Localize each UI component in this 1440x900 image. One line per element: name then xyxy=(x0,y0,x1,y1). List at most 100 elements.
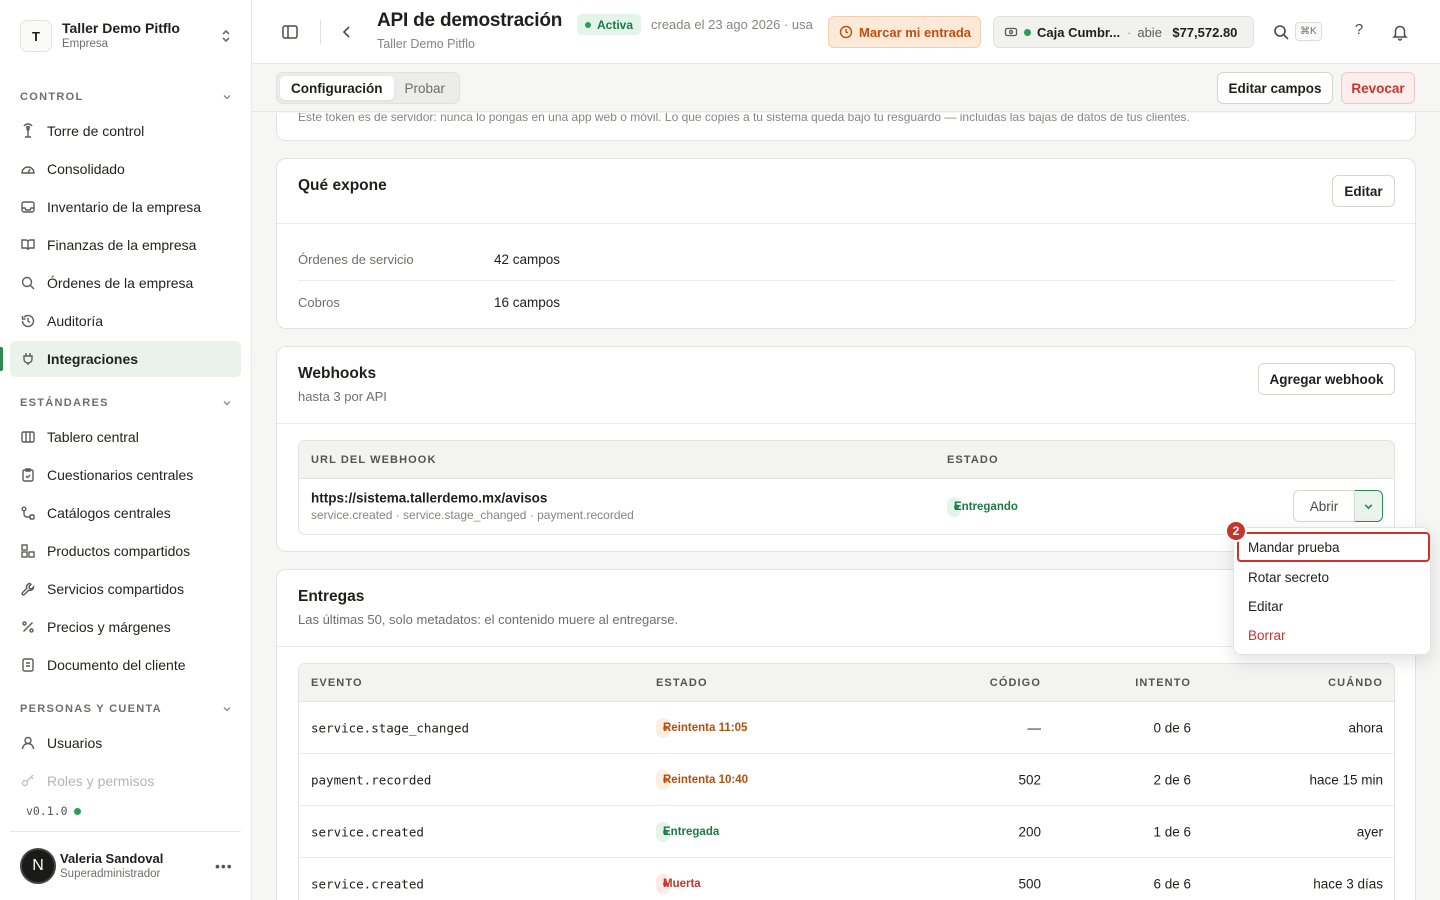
row-label: Cobros xyxy=(298,294,340,310)
webhooks-card: Webhooks hasta 3 por API Agregar webhook… xyxy=(276,346,1416,552)
section-control[interactable]: CONTROL xyxy=(20,91,232,103)
exposes-row: Cobros 16 campos xyxy=(298,281,1395,323)
section-estandares[interactable]: ESTÁNDARES xyxy=(20,397,232,409)
section-label: ESTÁNDARES xyxy=(20,397,109,409)
sidebar-item-productos[interactable]: Productos compartidos xyxy=(10,533,241,569)
bell-icon[interactable] xyxy=(1391,23,1409,41)
status-label: Reintenta 11:05 xyxy=(663,721,748,734)
sidebar-item-roles[interactable]: Roles y permisos xyxy=(10,763,241,799)
tab-list: Configuración Probar xyxy=(276,72,461,104)
tower-icon xyxy=(23,123,33,138)
actions-dropdown-toggle[interactable] xyxy=(1355,490,1383,522)
register-state: abie xyxy=(1137,24,1162,40)
boxes-icon xyxy=(21,544,35,558)
user-menu[interactable]: N Valeria Sandoval Superadministrador ••… xyxy=(10,831,241,900)
tab-configuracion[interactable]: Configuración xyxy=(280,76,394,100)
tab-probar[interactable]: Probar xyxy=(394,76,457,100)
table-row[interactable]: service.created Entregada 200 1 de 6 aye… xyxy=(299,806,1394,858)
sidebar-item-finanzas[interactable]: Finanzas de la empresa xyxy=(10,227,241,263)
step-badge: 2 xyxy=(1225,520,1247,542)
revoke-button[interactable]: Revocar xyxy=(1341,72,1415,104)
webhook-url: https://sistema.tallerdemo.mx/avisos xyxy=(311,490,548,506)
subbar: Configuración Probar Editar campos Revoc… xyxy=(252,64,1440,112)
card-title: Webhooks xyxy=(298,365,377,382)
user-icon xyxy=(21,736,35,750)
sidebar-item-integraciones[interactable]: Integraciones xyxy=(10,341,241,377)
status-badge: Activa xyxy=(577,14,642,35)
table-row[interactable]: service.created Muerta 500 6 de 6 hace 3… xyxy=(299,858,1394,900)
clock-in-button[interactable]: Marcar mi entrada xyxy=(828,16,981,48)
sidebar-item-documento[interactable]: Documento del cliente xyxy=(10,647,241,683)
register-name: Caja Cumbr... xyxy=(1037,24,1121,40)
sidebar: T Taller Demo Pitflo Empresa CONTROL Tor… xyxy=(0,0,252,900)
separator: · xyxy=(1127,24,1132,40)
user-role: Superadministrador xyxy=(60,868,161,880)
search-icon[interactable] xyxy=(1272,23,1290,41)
workspace-switcher[interactable]: T Taller Demo Pitflo Empresa xyxy=(20,14,236,58)
menu-item-mandar-prueba[interactable]: Mandar prueba xyxy=(1237,532,1430,562)
active-indicator xyxy=(0,347,3,371)
attempt: 6 de 6 xyxy=(1153,876,1191,892)
divider xyxy=(277,223,1415,224)
help-icon[interactable]: ? xyxy=(1350,21,1368,39)
response-code: 200 xyxy=(1018,824,1041,839)
column-header: ESTADO xyxy=(947,453,999,466)
sidebar-item-label: Usuarios xyxy=(47,735,103,751)
status-label: Activa xyxy=(597,17,634,32)
table-row[interactable]: payment.recorded Reintenta 10:40 502 2 d… xyxy=(299,754,1394,806)
document-icon xyxy=(22,658,34,672)
created-meta: creada el 23 ago 2026 · usa xyxy=(651,17,813,32)
main-content: Este token es de servidor: nunca lo pong… xyxy=(252,113,1440,900)
app-version: v0.1.0 xyxy=(26,804,81,818)
percent-icon xyxy=(22,621,34,633)
version-label: v0.1.0 xyxy=(26,804,68,818)
open-button[interactable]: Abrir xyxy=(1293,490,1355,522)
menu-item-rotar-secreto[interactable]: Rotar secreto xyxy=(1239,562,1427,592)
card-subtitle: Las últimas 50, solo metadatos: el conte… xyxy=(298,612,679,627)
menu-item-editar[interactable]: Editar xyxy=(1239,591,1427,621)
section-label: CONTROL xyxy=(20,91,84,103)
sidebar-item-label: Inventario de la empresa xyxy=(47,199,202,215)
add-webhook-button[interactable]: Agregar webhook xyxy=(1258,363,1395,395)
table-header: EVENTO ESTADO CÓDIGO INTENTO CUÁNDO xyxy=(299,664,1394,702)
timestamp: ahora xyxy=(1348,720,1383,735)
column-header: CUÁNDO xyxy=(1328,676,1383,689)
sidebar-item-label: Integraciones xyxy=(47,351,139,367)
row-label: Órdenes de servicio xyxy=(298,252,414,267)
menu-item-borrar[interactable]: Borrar xyxy=(1239,620,1427,650)
edit-fields-button[interactable]: Editar campos xyxy=(1217,72,1333,104)
sidebar-item-servicios[interactable]: Servicios compartidos xyxy=(10,571,241,607)
sidebar-item-cuestionarios[interactable]: Cuestionarios centrales xyxy=(10,457,241,493)
sidebar-item-inventario[interactable]: Inventario de la empresa xyxy=(10,189,241,225)
sidebar-item-consolidado[interactable]: Consolidado xyxy=(10,151,241,187)
sidebar-item-label: Torre de control xyxy=(47,123,145,139)
cash-icon xyxy=(1004,27,1018,37)
event-name: service.stage_changed xyxy=(311,720,470,735)
chevron-down-icon xyxy=(223,707,231,712)
cash-register-selector[interactable]: Caja Cumbr... · abie $77,572.80 xyxy=(993,16,1254,48)
sidebar-item-label: Documento del cliente xyxy=(47,657,186,673)
status-dot xyxy=(585,21,591,28)
history-icon xyxy=(21,314,35,328)
topbar: API de demostración Taller Demo Pitflo A… xyxy=(252,0,1440,64)
sidebar-toggle-icon[interactable] xyxy=(281,23,299,41)
back-icon[interactable] xyxy=(338,23,356,41)
edit-button[interactable]: Editar xyxy=(1332,175,1395,207)
table-row[interactable]: service.stage_changed Reintenta 11:05 — … xyxy=(299,702,1394,754)
section-personas[interactable]: PERSONAS Y CUENTA xyxy=(20,703,232,715)
sidebar-item-ordenes[interactable]: Órdenes de la empresa xyxy=(10,265,241,301)
sidebar-item-precios[interactable]: Precios y márgenes xyxy=(10,609,241,645)
sidebar-item-usuarios[interactable]: Usuarios xyxy=(10,725,241,761)
sidebar-item-torre-de-control[interactable]: Torre de control xyxy=(10,113,241,149)
sidebar-item-label: Productos compartidos xyxy=(47,543,191,559)
plug-icon xyxy=(23,353,33,365)
more-icon[interactable]: ••• xyxy=(215,858,232,874)
user-name: Valeria Sandoval xyxy=(60,851,164,866)
chevron-up-down-icon xyxy=(222,29,230,43)
sidebar-item-auditoria[interactable]: Auditoría xyxy=(10,303,241,339)
event-name: service.created xyxy=(311,824,424,839)
timestamp: hace 15 min xyxy=(1309,772,1383,787)
sidebar-item-tablero-central[interactable]: Tablero central xyxy=(10,419,241,455)
token-warning: Este token es de servidor: nunca lo pong… xyxy=(298,113,1190,124)
sidebar-item-catalogos[interactable]: Catálogos centrales xyxy=(10,495,241,531)
